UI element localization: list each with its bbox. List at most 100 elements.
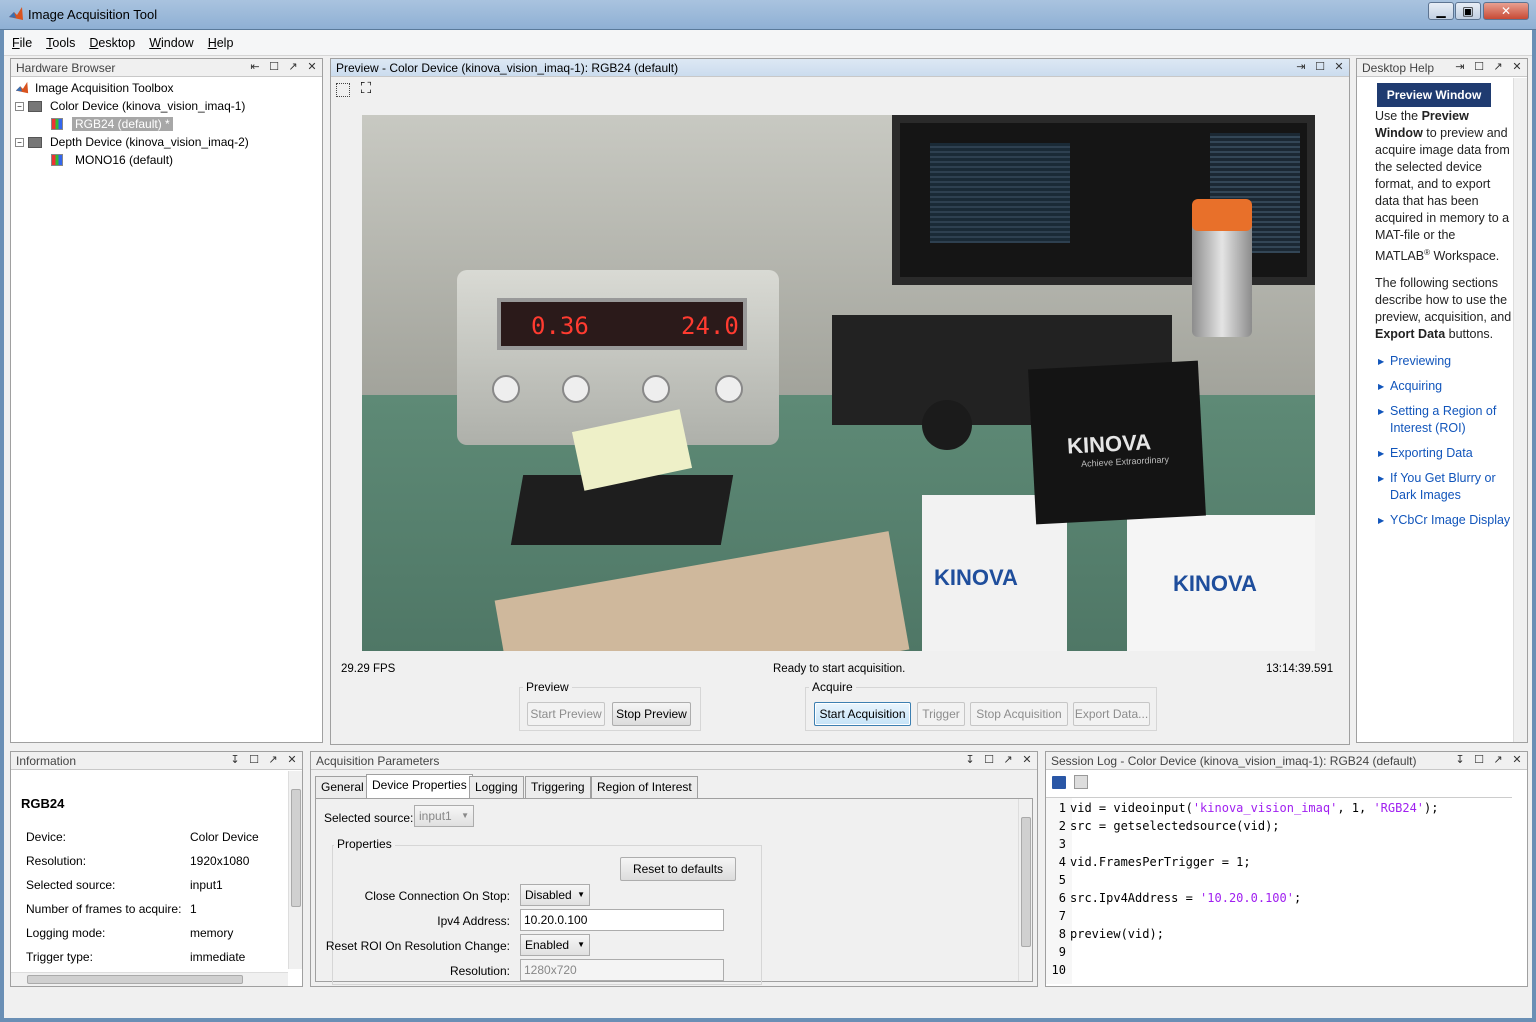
ps-current-readout: 0.36 bbox=[531, 312, 589, 340]
start-preview-button[interactable]: Start Preview bbox=[527, 702, 605, 726]
properties-group-label: Properties bbox=[334, 837, 395, 851]
help-link-ycbcr[interactable]: YCbCr Image Display bbox=[1375, 512, 1513, 529]
maximize-panel-icon[interactable]: ☐ bbox=[1473, 60, 1485, 73]
close-panel-icon[interactable]: ✕ bbox=[1021, 753, 1033, 766]
tab-device-properties[interactable]: Device Properties bbox=[366, 774, 473, 798]
ps-voltage-readout: 24.0 bbox=[681, 312, 739, 340]
trigger-button[interactable]: Trigger bbox=[917, 702, 965, 726]
dock-icon[interactable]: ↧ bbox=[229, 753, 241, 766]
information-heading: RGB24 bbox=[21, 796, 65, 811]
fps-readout: 29.29 FPS bbox=[341, 663, 396, 675]
pin-icon[interactable]: ↗ bbox=[1002, 753, 1014, 766]
collapse-icon[interactable]: − bbox=[15, 137, 24, 147]
preview-panel: Preview - Color Device (kinova_vision_im… bbox=[330, 58, 1350, 745]
reset-to-defaults-button[interactable]: Reset to defaults bbox=[620, 857, 736, 881]
tree-device-depth[interactable]: − Depth Device (kinova_vision_imaq-2) bbox=[15, 133, 249, 151]
dock-icon[interactable]: ↧ bbox=[964, 753, 976, 766]
minimize-button[interactable]: ▁ bbox=[1428, 2, 1454, 20]
undock-icon[interactable]: ⇥ bbox=[1295, 60, 1307, 73]
information-title: Information bbox=[16, 754, 77, 768]
menu-desktop[interactable]: Desktop bbox=[89, 36, 135, 50]
maximize-panel-icon[interactable]: ☐ bbox=[983, 753, 995, 766]
selected-source-dropdown[interactable]: input1 bbox=[414, 805, 474, 827]
ipv4-address-field[interactable]: 10.20.0.100 bbox=[520, 909, 724, 931]
menu-help[interactable]: Help bbox=[208, 36, 234, 50]
tab-triggering[interactable]: Triggering bbox=[525, 776, 591, 798]
tree-device-color[interactable]: − Color Device (kinova_vision_imaq-1) bbox=[15, 97, 245, 115]
stop-preview-button[interactable]: Stop Preview bbox=[612, 702, 691, 726]
code-line: 1 vid = videoinput('kinova_vision_imaq', … bbox=[1058, 801, 1439, 815]
menu-file[interactable]: File bbox=[12, 36, 32, 50]
status-text: Ready to start acquisition. bbox=[773, 663, 906, 675]
menu-bar: File Tools Desktop Window Help bbox=[4, 30, 1532, 56]
tree-format-mono16[interactable]: MONO16 (default) bbox=[51, 151, 173, 169]
close-panel-icon[interactable]: ✕ bbox=[306, 60, 318, 73]
camera-preview-image: 0.36 24.0 KINOVA KINOVA KINOVA Achieve E… bbox=[362, 115, 1315, 651]
pin-icon[interactable]: ↗ bbox=[267, 753, 279, 766]
close-panel-icon[interactable]: ✕ bbox=[1511, 60, 1523, 73]
properties-scrollbar[interactable] bbox=[1018, 799, 1032, 981]
info-value: memory bbox=[190, 926, 234, 940]
kinova-box-right: KINOVA bbox=[1127, 515, 1315, 651]
pin-icon[interactable]: ↗ bbox=[1492, 753, 1504, 766]
info-label: Device: bbox=[26, 830, 67, 844]
preview-header: Preview - Color Device (kinova_vision_im… bbox=[331, 59, 1349, 77]
close-panel-icon[interactable]: ✕ bbox=[286, 753, 298, 766]
close-window-button[interactable]: ✕ bbox=[1483, 2, 1529, 20]
resolution-field[interactable]: 1280x720 bbox=[520, 959, 724, 981]
desktop-help-header: Desktop Help ⇥ ☐ ↗ ✕ bbox=[1357, 59, 1527, 77]
tab-logging[interactable]: Logging bbox=[469, 776, 524, 798]
window-titlebar[interactable]: Image Acquisition Tool ▁ ▣ ✕ bbox=[0, 0, 1536, 30]
information-header: Information ↧ ☐ ↗ ✕ bbox=[11, 752, 302, 770]
stop-acquisition-button[interactable]: Stop Acquisition bbox=[970, 702, 1068, 726]
help-link-acquiring[interactable]: Acquiring bbox=[1375, 378, 1513, 395]
save-icon[interactable] bbox=[1052, 776, 1066, 789]
undock-icon[interactable]: ⇥ bbox=[1454, 60, 1466, 73]
window-title: Image Acquisition Tool bbox=[28, 7, 158, 22]
help-link-exporting[interactable]: Exporting Data bbox=[1375, 445, 1513, 462]
maximize-panel-icon[interactable]: ☐ bbox=[1473, 753, 1485, 766]
menu-tools[interactable]: Tools bbox=[46, 36, 75, 50]
tree-format-rgb24[interactable]: RGB24 (default) * bbox=[51, 115, 173, 133]
prop-label: Resolution: bbox=[449, 964, 510, 978]
tab-general[interactable]: General bbox=[315, 776, 370, 798]
panel-controls: ⇤ ☐ ↗ ✕ bbox=[249, 60, 318, 73]
info-horizontal-scrollbar[interactable] bbox=[11, 972, 288, 986]
dock-icon[interactable]: ↧ bbox=[1454, 753, 1466, 766]
close-panel-icon[interactable]: ✕ bbox=[1333, 60, 1345, 73]
undock-icon[interactable]: ⇤ bbox=[249, 60, 261, 73]
pin-icon[interactable]: ↗ bbox=[1492, 60, 1504, 73]
camera-icon bbox=[28, 136, 42, 148]
matlab-logo-icon bbox=[9, 7, 23, 20]
help-link-previewing[interactable]: Previewing bbox=[1375, 353, 1513, 370]
reset-roi-dropdown[interactable]: Enabled bbox=[520, 934, 590, 956]
preview-group-label: Preview bbox=[523, 680, 572, 694]
tab-region-of-interest[interactable]: Region of Interest bbox=[591, 776, 698, 798]
tree-device-color-label: Color Device (kinova_vision_imaq-1) bbox=[50, 99, 246, 113]
help-link-blurry[interactable]: If You Get Blurry or Dark Images bbox=[1375, 470, 1513, 504]
roi-select-icon[interactable] bbox=[336, 83, 350, 97]
panel-controls: ⇥ ☐ ↗ ✕ bbox=[1454, 60, 1523, 73]
start-acquisition-button[interactable]: Start Acquisition bbox=[814, 702, 911, 726]
close-connection-dropdown[interactable]: Disabled bbox=[520, 884, 590, 906]
maximize-button[interactable]: ▣ bbox=[1455, 2, 1481, 20]
export-data-button[interactable]: Export Data... bbox=[1073, 702, 1150, 726]
format-icon bbox=[51, 118, 63, 130]
session-log-code[interactable]: 1 vid = videoinput('kinova_vision_imaq', … bbox=[1046, 797, 1512, 984]
menu-window[interactable]: Window bbox=[149, 36, 193, 50]
fit-to-window-icon[interactable]: ⛶ bbox=[357, 81, 375, 99]
tree-root[interactable]: Image Acquisition Toolbox bbox=[15, 79, 174, 97]
close-panel-icon[interactable]: ✕ bbox=[1511, 753, 1523, 766]
pin-icon[interactable]: ↗ bbox=[287, 60, 299, 73]
acquisition-parameters-header: Acquisition Parameters ↧ ☐ ↗ ✕ bbox=[311, 752, 1037, 770]
maximize-panel-icon[interactable]: ☐ bbox=[268, 60, 280, 73]
help-scrollbar[interactable] bbox=[1513, 78, 1527, 742]
collapse-icon[interactable]: − bbox=[15, 101, 24, 111]
maximize-panel-icon[interactable]: ☐ bbox=[248, 753, 260, 766]
copy-icon[interactable] bbox=[1074, 775, 1088, 789]
help-link-roi[interactable]: Setting a Region of Interest (ROI) bbox=[1375, 403, 1513, 437]
info-value: Color Device bbox=[190, 830, 259, 844]
session-log-panel: Session Log - Color Device (kinova_visio… bbox=[1045, 751, 1528, 987]
info-vertical-scrollbar[interactable] bbox=[288, 771, 302, 969]
maximize-panel-icon[interactable]: ☐ bbox=[1314, 60, 1326, 73]
